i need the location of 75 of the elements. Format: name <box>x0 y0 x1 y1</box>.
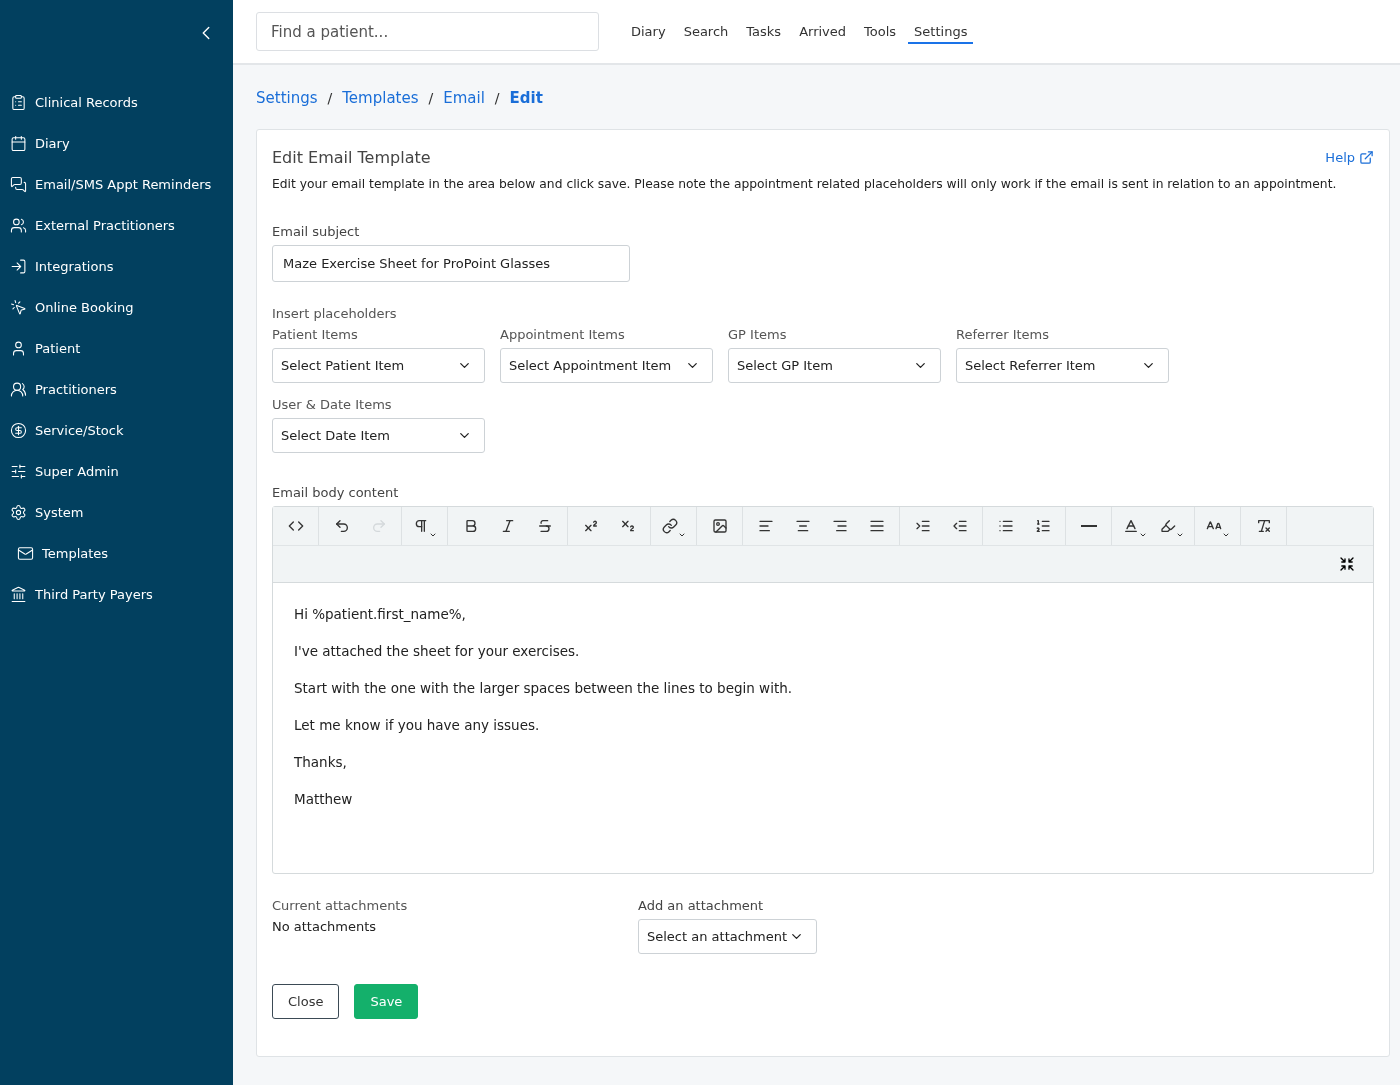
sidebar-item[interactable]: Third Party Payers <box>0 574 233 615</box>
nav-link[interactable]: Tasks <box>740 19 788 44</box>
breadcrumb-link[interactable]: Settings <box>256 89 318 107</box>
people-group-icon <box>10 217 27 234</box>
pointer-click-icon <box>10 299 27 316</box>
sidebar-item[interactable]: Super Admin <box>0 451 233 492</box>
close-button[interactable]: Close <box>272 984 340 1019</box>
sidebar-item[interactable]: System <box>0 492 233 533</box>
dollar-icon <box>10 422 27 439</box>
nav-link[interactable]: Diary <box>625 19 672 44</box>
sidebar-item[interactable]: Practitioners <box>0 369 233 410</box>
nav-link[interactable]: Settings <box>908 19 974 44</box>
body-paragraph: Thanks, <box>294 753 348 772</box>
card-title: Edit Email Template <box>272 148 431 167</box>
chat-bubbles-icon <box>10 176 27 193</box>
subject-field[interactable]: Maze Exercise Sheet for ProPoint Glasses <box>272 245 630 282</box>
body-paragraph: Matthew <box>294 790 354 809</box>
breadcrumb-separator: / <box>494 90 500 106</box>
sliders-icon <box>10 463 27 480</box>
bank-icon <box>10 586 27 603</box>
placeholder-dropdown[interactable]: Select GP Item <box>728 348 941 383</box>
section-label: Insert placeholders <box>272 306 398 321</box>
field-label: Email body content <box>272 485 400 500</box>
body-paragraph: I've attached the sheet for your exercises. <box>294 642 581 661</box>
fullscreen-icon[interactable] <box>1339 556 1355 572</box>
body-paragraph: Hi %patient.first_name%, <box>294 605 467 624</box>
nav-link[interactable]: Tools <box>858 19 903 44</box>
sidebar-item[interactable]: Online Booking <box>0 287 233 328</box>
help-link[interactable]: Help <box>1325 150 1374 165</box>
placeholder-dropdown[interactable]: Select Referrer Item <box>956 348 1169 383</box>
caret-icon <box>1221 531 1230 539</box>
caret-icon <box>1175 531 1184 539</box>
breadcrumb-separator: / <box>428 90 434 106</box>
breadcrumb-link[interactable]: Templates <box>342 89 419 107</box>
caret-icon <box>428 531 437 539</box>
placeholder-dropdown[interactable]: Select Patient Item <box>272 348 485 383</box>
breadcrumb-link[interactable]: Edit <box>509 89 543 107</box>
field-label: Appointment Items <box>500 327 626 342</box>
person-icon <box>10 340 27 357</box>
sidebar-item[interactable]: External Practitioners <box>0 205 233 246</box>
field-label: User & Date Items <box>272 397 393 412</box>
field-label: Referrer Items <box>956 327 1051 342</box>
envelope-icon <box>17 545 34 562</box>
search-field[interactable]: Find a patient... <box>256 12 599 51</box>
placeholder-dropdown[interactable]: Select Date Item <box>272 418 485 453</box>
people-icon <box>10 381 27 398</box>
body-paragraph: Start with the one with the larger spaces between the lines to begin with. <box>294 679 794 698</box>
breadcrumb-link[interactable]: Email <box>443 89 485 107</box>
caret-icon <box>1138 531 1147 539</box>
sidebar-item[interactable]: Email/SMS Appt Reminders <box>0 164 233 205</box>
attachments-text: No attachments <box>272 919 378 934</box>
field-label: Patient Items <box>272 327 359 342</box>
field-label: GP Items <box>728 327 788 342</box>
description-text: Edit your email template in the area below and click save. Please note the appointment related placeholders will only work if the email is sent in relation to an appointment. <box>272 177 1338 191</box>
settings-icon <box>10 504 27 521</box>
sidebar-item[interactable]: Diary <box>0 123 233 164</box>
sidebar-item[interactable]: Service/Stock <box>0 410 233 451</box>
field-label: Current attachments <box>272 898 409 913</box>
sidebar-item[interactable]: Templates <box>0 533 233 574</box>
calendar-icon <box>10 135 27 152</box>
nav-link[interactable]: Arrived <box>793 19 853 44</box>
nav-link[interactable]: Search <box>677 19 735 44</box>
attachment-dropdown[interactable]: Select an attachment <box>638 919 817 954</box>
sign-in-icon <box>10 258 27 275</box>
clipboard-icon <box>10 94 27 111</box>
sidebar-item[interactable]: Clinical Records <box>0 82 233 123</box>
field-label: Email subject <box>272 224 361 239</box>
breadcrumb-separator: / <box>327 90 333 106</box>
external-link-icon <box>1359 150 1374 165</box>
placeholder-dropdown[interactable]: Select Appointment Item <box>500 348 713 383</box>
sidebar-item[interactable]: Patient <box>0 328 233 369</box>
body-paragraph: Let me know if you have any issues. <box>294 716 541 735</box>
caret-icon <box>677 531 686 539</box>
sidebar-item[interactable]: Integrations <box>0 246 233 287</box>
field-label: Add an attachment <box>638 898 765 913</box>
